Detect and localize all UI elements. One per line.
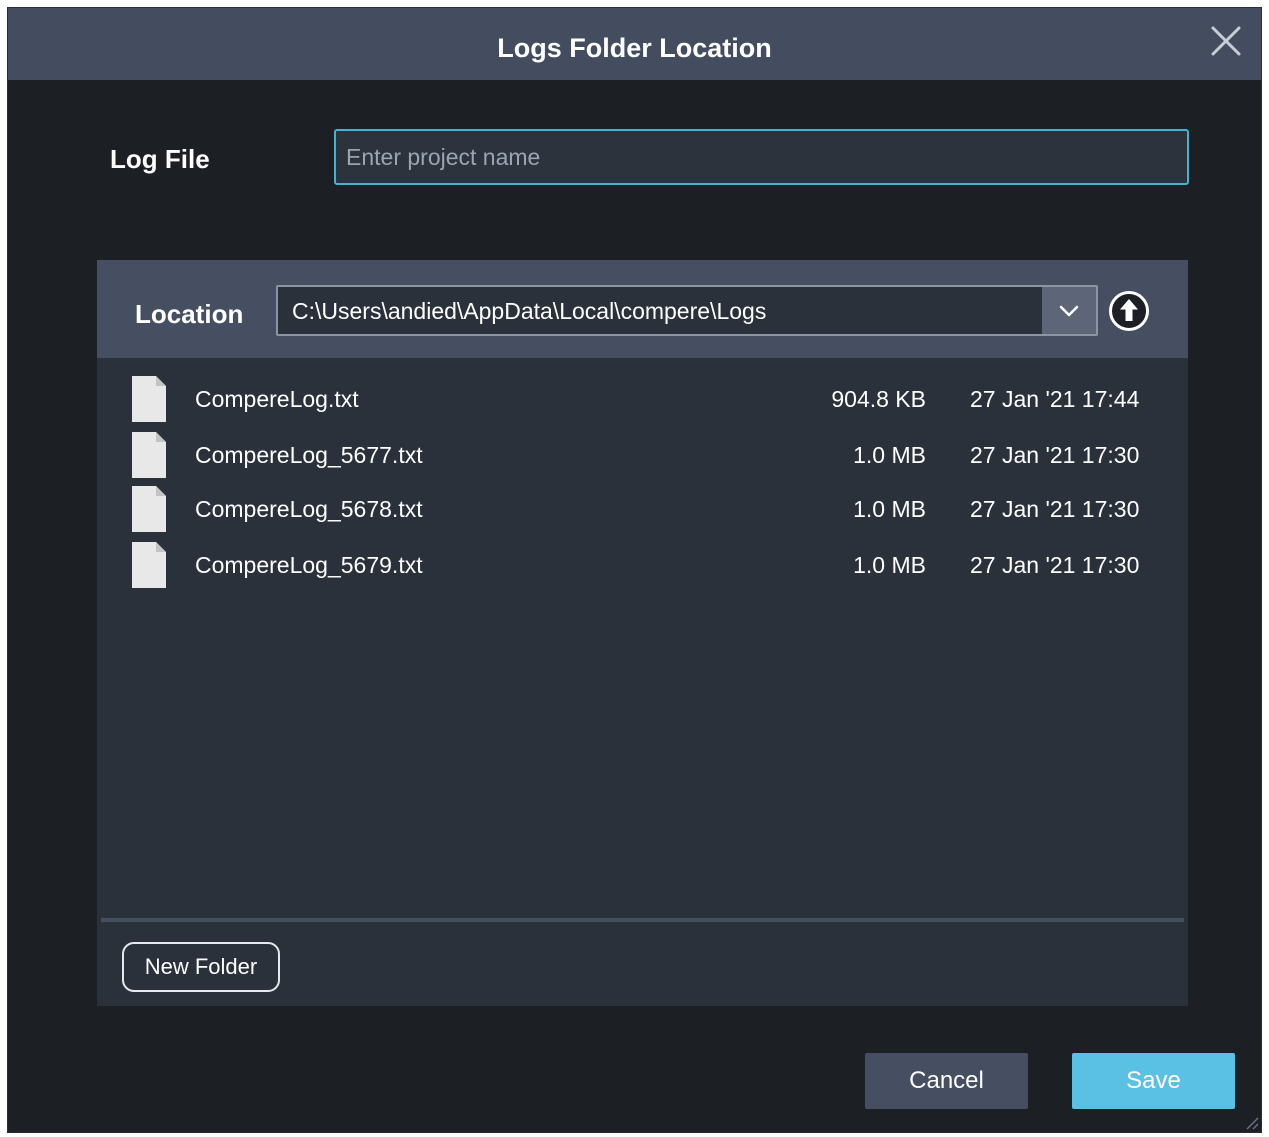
file-name: CompereLog.txt (195, 386, 359, 412)
file-icon (132, 432, 166, 478)
file-browser: Location C:\Users\andied\AppData\Local\c… (97, 260, 1188, 1006)
save-button[interactable]: Save (1072, 1053, 1235, 1109)
list-divider (101, 918, 1184, 922)
file-icon (132, 486, 166, 532)
chevron-down-icon (1059, 305, 1079, 317)
file-name: CompereLog_5677.txt (195, 442, 423, 468)
file-date: 27 Jan '21 17:30 (970, 442, 1140, 468)
log-file-label: Log File (110, 144, 210, 174)
file-name: CompereLog_5678.txt (195, 496, 423, 522)
file-icon (132, 542, 166, 588)
file-name: CompereLog_5679.txt (195, 552, 423, 578)
list-item[interactable]: CompereLog_5678.txt 1.0 MB 27 Jan '21 17… (97, 482, 1188, 536)
file-date: 27 Jan '21 17:30 (970, 552, 1140, 578)
close-icon[interactable] (1209, 24, 1243, 58)
file-size: 1.0 MB (853, 552, 926, 578)
list-item[interactable]: CompereLog_5677.txt 1.0 MB 27 Jan '21 17… (97, 428, 1188, 482)
file-date: 27 Jan '21 17:30 (970, 496, 1140, 522)
dropdown-toggle[interactable] (1042, 287, 1096, 334)
title-bar: Logs Folder Location (8, 8, 1261, 80)
file-date: 27 Jan '21 17:44 (970, 386, 1140, 412)
resize-grip-icon[interactable] (1243, 1114, 1259, 1130)
file-icon (132, 376, 166, 422)
list-item[interactable]: CompereLog.txt 904.8 KB 27 Jan '21 17:44 (97, 372, 1188, 426)
new-folder-button[interactable]: New Folder (122, 942, 280, 992)
project-name-input[interactable] (334, 129, 1189, 185)
list-item[interactable]: CompereLog_5679.txt 1.0 MB 27 Jan '21 17… (97, 538, 1188, 592)
up-arrow-circle-icon[interactable] (1108, 290, 1150, 332)
location-path-value: C:\Users\andied\AppData\Local\compere\Lo… (292, 298, 767, 324)
logs-folder-dialog: Logs Folder Location Log File Location C… (7, 7, 1262, 1133)
file-size: 1.0 MB (853, 496, 926, 522)
file-size: 1.0 MB (853, 442, 926, 468)
cancel-button[interactable]: Cancel (865, 1053, 1028, 1109)
location-path-dropdown[interactable]: C:\Users\andied\AppData\Local\compere\Lo… (276, 285, 1098, 336)
location-label: Location (135, 299, 244, 329)
location-bar: Location C:\Users\andied\AppData\Local\c… (97, 260, 1188, 358)
dialog-title: Logs Folder Location (497, 33, 772, 63)
file-size: 904.8 KB (831, 386, 926, 412)
